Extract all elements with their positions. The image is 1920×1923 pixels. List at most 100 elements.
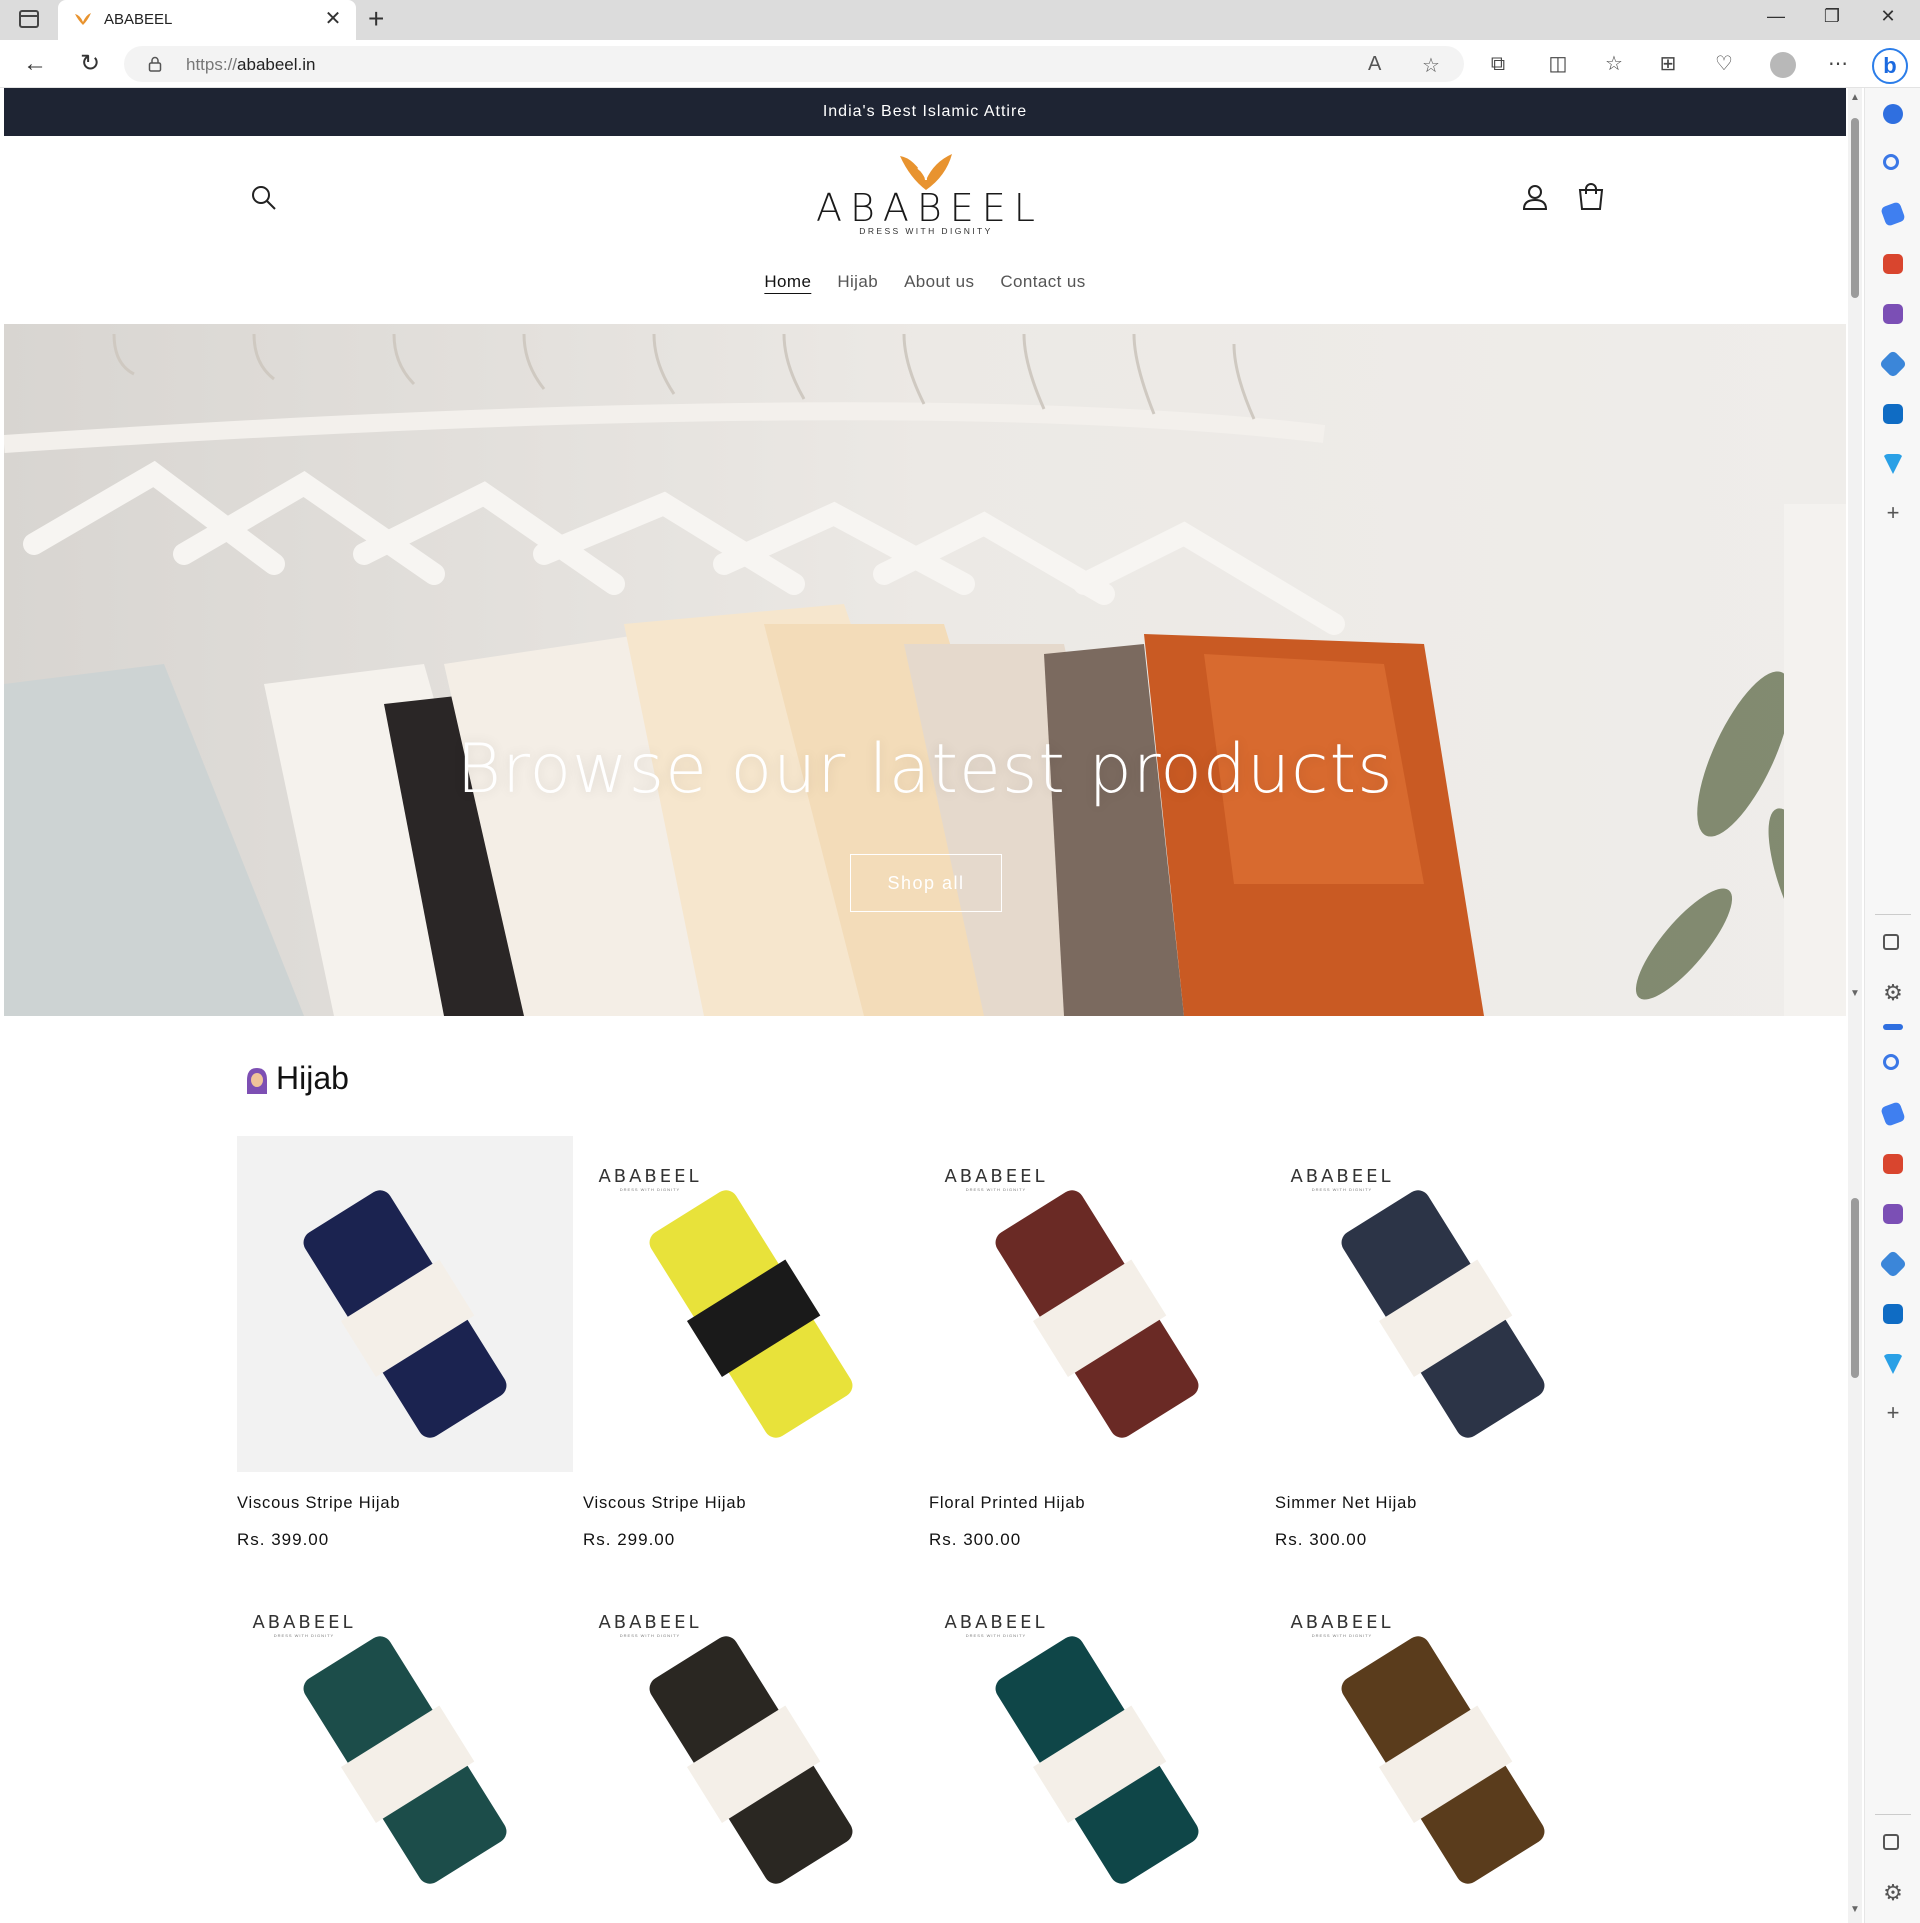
- product-card[interactable]: ABABEEL DRESS WITH DIGNITY: [1275, 1582, 1611, 1918]
- notifications-icon[interactable]: [1883, 104, 1903, 124]
- active-tab[interactable]: ABABEEL ✕: [58, 0, 356, 40]
- sidebar-divider: [1875, 914, 1911, 915]
- product-price: Rs. 300.00: [929, 1530, 1022, 1549]
- nav-link-hijab[interactable]: Hijab: [837, 272, 878, 292]
- read-aloud-icon[interactable]: A: [1368, 53, 1381, 76]
- product-image[interactable]: ABABEEL DRESS WITH DIGNITY: [1275, 1136, 1611, 1472]
- bing-copilot-icon[interactable]: b: [1872, 48, 1908, 84]
- image-brand-logo: ABABEEL DRESS WITH DIGNITY: [249, 1612, 359, 1638]
- product-image[interactable]: [237, 1136, 573, 1472]
- microsoft365-icon-2[interactable]: [1878, 1249, 1908, 1279]
- refresh-icon[interactable]: ↻: [75, 50, 105, 78]
- image-brand-logo: ABABEEL DRESS WITH DIGNITY: [941, 1612, 1051, 1638]
- drop-icon[interactable]: [1883, 454, 1903, 474]
- hero-title: Browse our latest products: [456, 730, 1394, 809]
- image-brand-tagline: DRESS WITH DIGNITY: [1311, 1187, 1373, 1192]
- sidebar-divider-2: [1875, 1814, 1911, 1815]
- image-brand-wordmark: ABABEEL: [1290, 1612, 1394, 1633]
- collection-heading: Hijab: [244, 1060, 349, 1097]
- nav-link-contact-us[interactable]: Contact us: [1000, 272, 1085, 292]
- drop-icon-2[interactable]: [1883, 1354, 1903, 1374]
- image-brand-tagline: DRESS WITH DIGNITY: [273, 1633, 335, 1638]
- scroll-thumb[interactable]: [1851, 118, 1859, 298]
- hide-sidebar-icon[interactable]: [1883, 934, 1899, 950]
- add-sidebar-app-icon[interactable]: +: [1883, 502, 1903, 524]
- product-image[interactable]: ABABEEL DRESS WITH DIGNITY: [929, 1136, 1265, 1472]
- tab-actions-icon[interactable]: [19, 10, 39, 28]
- product-price: Rs. 299.00: [583, 1530, 676, 1549]
- favorites-icon[interactable]: ☆: [1602, 52, 1626, 76]
- product-card[interactable]: ABABEEL DRESS WITH DIGNITY: [929, 1582, 1265, 1918]
- scroll-down-icon[interactable]: ▼: [1850, 988, 1860, 999]
- search-sidebar-icon[interactable]: [1883, 154, 1899, 170]
- product-card[interactable]: ABABEEL DRESS WITH DIGNITY Viscous Stripe …: [583, 1136, 919, 1550]
- close-window-icon[interactable]: ✕: [1868, 6, 1908, 27]
- product-card[interactable]: ABABEEL DRESS WITH DIGNITY: [583, 1582, 919, 1918]
- account-icon[interactable]: [1520, 182, 1550, 212]
- site-logo[interactable]: ABABEEL DRESS WITH DIGNITY: [816, 150, 1036, 250]
- collections-icon[interactable]: ⊞: [1656, 52, 1680, 76]
- shop-all-button[interactable]: Shop all: [850, 854, 1002, 912]
- product-image[interactable]: ABABEEL DRESS WITH DIGNITY: [583, 1136, 919, 1472]
- product-image[interactable]: ABABEEL DRESS WITH DIGNITY: [583, 1582, 919, 1918]
- tab-title: ABABEEL: [104, 11, 173, 28]
- nav-link-home[interactable]: Home: [764, 272, 811, 292]
- main-nav: Home Hijab About us Contact us: [4, 272, 1846, 292]
- back-icon[interactable]: ←: [20, 50, 50, 78]
- restore-icon[interactable]: ❐: [1812, 6, 1852, 27]
- image-brand-wordmark: ABABEEL: [1290, 1166, 1394, 1187]
- more-menu-icon[interactable]: ⋯: [1826, 52, 1850, 76]
- tab-bar: ABABEEL ✕ + — ❐ ✕: [0, 0, 1920, 40]
- scroll-down-icon-2[interactable]: ▼: [1850, 1904, 1860, 1915]
- product-card[interactable]: ABABEEL DRESS WITH DIGNITY Floral Printed …: [929, 1136, 1265, 1550]
- scroll-up-icon[interactable]: ▲: [1850, 92, 1860, 103]
- search-sidebar-icon-2[interactable]: [1883, 1054, 1899, 1070]
- profile-avatar[interactable]: [1770, 52, 1796, 78]
- site-header: ABABEEL DRESS WITH DIGNITY Home Hijab Abou…: [4, 136, 1846, 302]
- product-card[interactable]: ABABEEL DRESS WITH DIGNITY Simmer Net Hija…: [1275, 1136, 1611, 1550]
- edge-sidebar: + ⚙ + ⚙: [1864, 88, 1920, 1923]
- product-title[interactable]: Viscous Stripe Hijab: [583, 1494, 919, 1513]
- product-image[interactable]: ABABEEL DRESS WITH DIGNITY: [929, 1582, 1265, 1918]
- sidebar-settings-icon-2[interactable]: ⚙: [1883, 1882, 1903, 1904]
- minimize-icon[interactable]: —: [1756, 6, 1796, 27]
- tools-briefcase-icon-2[interactable]: [1883, 1154, 1903, 1174]
- product-title[interactable]: Floral Printed Hijab: [929, 1494, 1265, 1513]
- product-image[interactable]: ABABEEL DRESS WITH DIGNITY: [1275, 1582, 1611, 1918]
- product-title[interactable]: Viscous Stripe Hijab: [237, 1494, 573, 1513]
- search-icon[interactable]: [250, 184, 278, 212]
- new-tab-icon[interactable]: +: [368, 4, 384, 34]
- image-brand-tagline: DRESS WITH DIGNITY: [619, 1633, 681, 1638]
- games-icon[interactable]: [1883, 304, 1903, 324]
- folded-hijab-image: [303, 1190, 507, 1438]
- scroll-thumb-lower[interactable]: [1851, 1198, 1859, 1378]
- browser-essentials-icon[interactable]: ♡: [1712, 52, 1736, 76]
- notifications-icon-2[interactable]: [1883, 1024, 1903, 1030]
- extensions-icon[interactable]: ⧉: [1486, 52, 1510, 76]
- microsoft365-icon[interactable]: [1878, 349, 1908, 379]
- shopping-tag-icon[interactable]: [1880, 201, 1906, 227]
- nav-link-about-us[interactable]: About us: [904, 272, 974, 292]
- split-screen-icon[interactable]: ◫: [1546, 52, 1570, 76]
- image-brand-logo: ABABEEL DRESS WITH DIGNITY: [1287, 1612, 1397, 1638]
- outlook-icon-2[interactable]: [1883, 1304, 1903, 1324]
- product-price: Rs. 399.00: [237, 1530, 330, 1549]
- close-tab-icon[interactable]: ✕: [322, 7, 344, 31]
- add-sidebar-app-icon-2[interactable]: +: [1883, 1402, 1903, 1424]
- games-icon-2[interactable]: [1883, 1204, 1903, 1224]
- tools-briefcase-icon[interactable]: [1883, 254, 1903, 274]
- product-card[interactable]: ABABEEL DRESS WITH DIGNITY: [237, 1582, 573, 1918]
- image-brand-tagline: DRESS WITH DIGNITY: [965, 1187, 1027, 1192]
- url-field[interactable]: https://ababeel.in A ☆: [124, 46, 1464, 82]
- hide-sidebar-icon-2[interactable]: [1883, 1834, 1899, 1850]
- favorite-star-icon[interactable]: ☆: [1422, 53, 1440, 78]
- sidebar-settings-icon[interactable]: ⚙: [1883, 982, 1903, 1004]
- shopping-tag-icon-2[interactable]: [1880, 1101, 1906, 1127]
- logo-wordmark: ABABEEL: [816, 186, 1043, 230]
- product-image[interactable]: ABABEEL DRESS WITH DIGNITY: [237, 1582, 573, 1918]
- outlook-icon[interactable]: [1883, 404, 1903, 424]
- product-card[interactable]: Viscous Stripe Hijab Rs. 399.00: [237, 1136, 573, 1550]
- page-scrollbar[interactable]: ▲ ▼ ▼: [1848, 88, 1862, 1923]
- product-title[interactable]: Simmer Net Hijab: [1275, 1494, 1611, 1513]
- cart-icon[interactable]: [1576, 182, 1606, 212]
